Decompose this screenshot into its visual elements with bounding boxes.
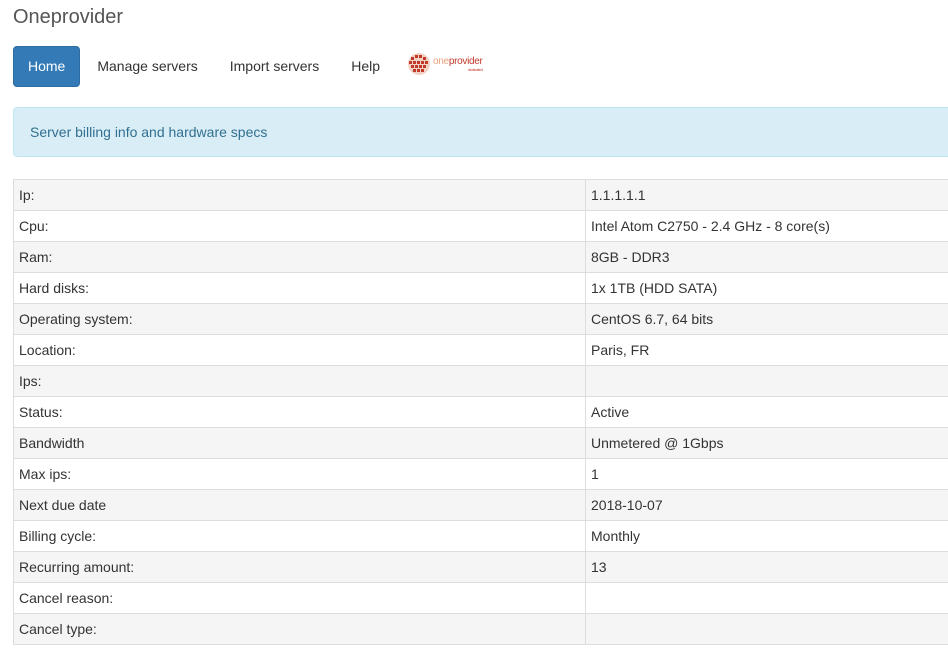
spec-value: Monthly [585, 520, 948, 552]
spec-label: Operating system: [13, 303, 586, 335]
page: Oneprovider Home Manage servers Import s… [0, 0, 948, 667]
table-row: Status: Active [13, 396, 948, 428]
spec-value: 2018-10-07 [585, 489, 948, 521]
spec-value: Intel Atom C2750 - 2.4 GHz - 8 core(s) [585, 210, 948, 242]
table-row: Cpu: Intel Atom C2750 - 2.4 GHz - 8 core(… [13, 210, 948, 242]
table-row: Recurring amount: 13 [13, 551, 948, 583]
spec-label: Location: [13, 334, 586, 366]
alert-text: Server billing info and hardware specs [30, 124, 268, 140]
nav-manage-servers-link[interactable]: Manage servers [81, 46, 213, 87]
spec-label: Bandwidth [13, 427, 586, 459]
spec-label: Cpu: [13, 210, 586, 242]
table-row: Cancel reason: [13, 582, 948, 614]
page-title: Oneprovider [13, 6, 124, 28]
server-specs-table: Ip: 1.1.1.1.1 Cpu: Intel Atom C2750 - 2.4 G… [13, 179, 948, 645]
table-row: Cancel type: [13, 613, 948, 645]
spec-value [585, 582, 948, 614]
globe-icon [406, 51, 432, 82]
spec-value: Unmetered @ 1Gbps [585, 427, 948, 459]
table-row: Operating system: CentOS 6.7, 64 bits [13, 303, 948, 335]
main-nav: Home Manage servers Import servers Help [13, 46, 483, 87]
table-row: Billing cycle: Monthly [13, 520, 948, 552]
spec-label: Ip: [13, 179, 586, 211]
spec-value [585, 613, 948, 645]
table-row: Ram: 8GB - DDR3 [13, 241, 948, 273]
table-row: Next due date 2018-10-07 [13, 489, 948, 521]
spec-label: Hard disks: [13, 272, 586, 304]
spec-label: Ips: [13, 365, 586, 397]
spec-value: 1.1.1.1.1 [585, 179, 948, 211]
nav-import-servers-link[interactable]: Import servers [214, 46, 335, 87]
info-alert: Server billing info and hardware specs [13, 107, 948, 157]
spec-label: Cancel reason: [13, 582, 586, 614]
spec-label: Status: [13, 396, 586, 428]
spec-value: 8GB - DDR3 [585, 241, 948, 273]
spec-value: CentOS 6.7, 64 bits [585, 303, 948, 335]
table-row: Ip: 1.1.1.1.1 [13, 179, 948, 211]
spec-label: Cancel type: [13, 613, 586, 645]
spec-value: 1x 1TB (HDD SATA) [585, 272, 948, 304]
spec-label: Recurring amount: [13, 551, 586, 583]
spec-value: 13 [585, 551, 948, 583]
spec-value: Paris, FR [585, 334, 948, 366]
spec-value [585, 365, 948, 397]
nav-help-link[interactable]: Help [335, 46, 396, 87]
spec-value: 1 [585, 458, 948, 490]
table-row: Max ips: 1 [13, 458, 948, 490]
table-row: Hard disks: 1x 1TB (HDD SATA) [13, 272, 948, 304]
table-row: Bandwidth Unmetered @ 1Gbps [13, 427, 948, 459]
spec-label: Ram: [13, 241, 586, 273]
table-row: Location: Paris, FR [13, 334, 948, 366]
logo-wordmark: oneprovider dedicated [433, 56, 483, 72]
spec-value: Active [585, 396, 948, 428]
oneprovider-logo[interactable]: oneprovider dedicated [406, 46, 483, 87]
table-row: Ips: [13, 365, 948, 397]
spec-label: Billing cycle: [13, 520, 586, 552]
spec-label: Max ips: [13, 458, 586, 490]
nav-home-button[interactable]: Home [13, 46, 81, 87]
spec-label: Next due date [13, 489, 586, 521]
